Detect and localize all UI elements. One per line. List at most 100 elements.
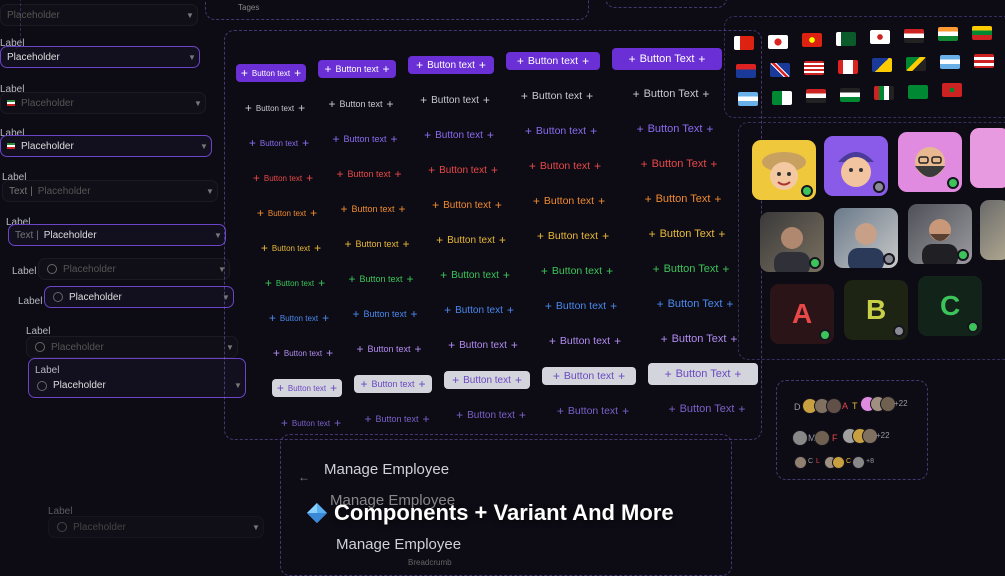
radio-icon bbox=[37, 380, 47, 391]
avatar[interactable] bbox=[792, 430, 808, 446]
solid-button[interactable]: + Button Text + bbox=[612, 48, 722, 70]
orange-button[interactable]: + Button text + bbox=[424, 196, 510, 214]
orange-button[interactable]: + Button text + bbox=[252, 204, 322, 222]
lilac-button[interactable]: + Button text + bbox=[538, 332, 632, 350]
avatar-memoji-explorer[interactable] bbox=[752, 140, 816, 200]
flag-icon bbox=[906, 56, 926, 71]
button-label: Button text bbox=[459, 339, 507, 351]
button-label: Button text bbox=[559, 335, 611, 347]
white-button[interactable]: + Button Text + bbox=[616, 83, 726, 105]
white-button[interactable]: + Button text + bbox=[412, 91, 498, 109]
lilac-button[interactable]: + Button text + bbox=[268, 344, 338, 362]
green-button[interactable]: + Button text + bbox=[432, 266, 518, 284]
plus-icon: + bbox=[606, 264, 614, 278]
faint-button[interactable]: + Button text + bbox=[546, 402, 640, 420]
plus-icon: + bbox=[440, 268, 448, 282]
back-arrow-icon[interactable]: ← bbox=[298, 470, 310, 484]
white-button[interactable]: + Button text + bbox=[322, 95, 400, 113]
avatar-photo-2[interactable] bbox=[834, 208, 898, 268]
red-button[interactable]: + Button text + bbox=[330, 165, 408, 183]
red-button[interactable]: + Button text + bbox=[420, 161, 506, 179]
purple-button[interactable]: + Button text + bbox=[326, 130, 404, 148]
avatar-letter-a[interactable]: A bbox=[770, 284, 834, 344]
chevron-down-icon: ▼ bbox=[200, 141, 208, 151]
purple-button[interactable]: + Button text + bbox=[416, 126, 502, 144]
solid-button[interactable]: + Button text + bbox=[318, 60, 396, 78]
faint-button[interactable]: + Button Text + bbox=[652, 398, 762, 420]
avatar-photo-1[interactable] bbox=[760, 212, 824, 272]
yellow-button[interactable]: + Button Text + bbox=[632, 223, 742, 245]
green-button[interactable]: + Button Text + bbox=[636, 258, 746, 280]
radio-select-field[interactable]: Placeholder ▼ bbox=[38, 258, 230, 280]
radio-select-field[interactable]: Placeholder ▼ bbox=[48, 516, 264, 538]
purple-button[interactable]: + Button text + bbox=[244, 134, 314, 152]
orange-button[interactable]: + Button text + bbox=[522, 192, 616, 210]
avatar[interactable] bbox=[832, 456, 845, 469]
radio-select-field-focused[interactable]: Placeholder ▼ bbox=[44, 286, 234, 308]
button-label: Button text bbox=[527, 55, 579, 67]
faint-button[interactable]: + Button text + bbox=[358, 410, 436, 428]
red-button[interactable]: + Button Text + bbox=[624, 153, 734, 175]
select-field-focused[interactable]: Placeholder ▼ bbox=[0, 46, 200, 68]
orange-button[interactable]: + Button text + bbox=[334, 200, 412, 218]
light-button[interactable]: + Button text + bbox=[354, 375, 432, 393]
yellow-button[interactable]: + Button text + bbox=[338, 235, 416, 253]
avatar-letter-b[interactable]: B bbox=[844, 280, 908, 340]
purple-button[interactable]: + Button text + bbox=[514, 122, 608, 140]
breadcrumb[interactable]: Breadcrumb bbox=[408, 558, 452, 567]
green-button[interactable]: + Button text + bbox=[260, 274, 330, 292]
plus-icon: + bbox=[330, 381, 338, 395]
labelled-radio-select-focused[interactable]: Label Placeholder ▼ bbox=[28, 358, 246, 398]
faint-button[interactable]: + Button text + bbox=[276, 414, 346, 432]
country-flag-icon bbox=[7, 100, 15, 106]
red-button[interactable]: + Button text + bbox=[518, 157, 612, 175]
purple-button[interactable]: + Button Text + bbox=[620, 118, 730, 140]
light-button[interactable]: + Button text + bbox=[444, 371, 530, 389]
green-button[interactable]: + Button text + bbox=[342, 270, 420, 288]
faint-button[interactable]: + Button text + bbox=[448, 406, 534, 424]
yellow-button[interactable]: + Button text + bbox=[526, 227, 620, 245]
blue-button[interactable]: + Button Text + bbox=[640, 293, 750, 315]
yellow-button[interactable]: + Button text + bbox=[256, 239, 326, 257]
phone-select-field-focused[interactable]: Placeholder ▼ bbox=[0, 135, 212, 157]
status-online-indicator bbox=[801, 185, 813, 197]
blue-button[interactable]: + Button text + bbox=[264, 309, 334, 327]
orange-button[interactable]: + Button Text + bbox=[628, 188, 738, 210]
avatar-memoji-partial[interactable] bbox=[970, 128, 1005, 188]
plus-icon: + bbox=[498, 233, 506, 247]
green-button[interactable]: + Button text + bbox=[530, 262, 624, 280]
blue-button[interactable]: + Button text + bbox=[436, 301, 522, 319]
solid-button[interactable]: + Button text + bbox=[408, 56, 494, 74]
avatar-memoji-bearded[interactable] bbox=[898, 132, 962, 192]
avatar[interactable] bbox=[794, 456, 807, 469]
light-button[interactable]: + Button Text + bbox=[648, 363, 758, 385]
prefixed-select-field-focused[interactable]: Text | Placeholder ▼ bbox=[8, 224, 226, 246]
avatar-photo-3[interactable] bbox=[908, 204, 972, 264]
select-field[interactable]: Placeholder ▼ bbox=[0, 4, 198, 26]
avatar-photo-partial[interactable] bbox=[980, 200, 1005, 260]
plus-icon: + bbox=[244, 101, 252, 115]
avatar[interactable] bbox=[852, 456, 865, 469]
lilac-button[interactable]: + Button text + bbox=[440, 336, 526, 354]
avatar[interactable] bbox=[826, 398, 842, 414]
light-button[interactable]: + Button text + bbox=[542, 367, 636, 385]
blue-button[interactable]: + Button text + bbox=[346, 305, 424, 323]
plus-icon: + bbox=[714, 192, 722, 206]
white-button[interactable]: + Button text + bbox=[240, 99, 310, 117]
flag-icon bbox=[770, 62, 790, 77]
white-button[interactable]: + Button text + bbox=[510, 87, 604, 105]
avatar-letter-c[interactable]: C bbox=[918, 276, 982, 336]
avatar-memoji-cap[interactable] bbox=[824, 136, 888, 196]
solid-button[interactable]: + Button text + bbox=[236, 64, 306, 82]
radio-select-field[interactable]: Placeholder ▼ bbox=[26, 336, 238, 358]
solid-button[interactable]: + Button text + bbox=[506, 52, 600, 70]
lilac-button[interactable]: + Button text + bbox=[350, 340, 428, 358]
yellow-button[interactable]: + Button text + bbox=[428, 231, 514, 249]
red-button[interactable]: + Button text + bbox=[248, 169, 318, 187]
avatar[interactable] bbox=[814, 430, 830, 446]
radio-icon bbox=[53, 292, 63, 302]
light-button[interactable]: + Button text + bbox=[272, 379, 342, 397]
blue-button[interactable]: + Button text + bbox=[534, 297, 628, 315]
phone-select-field[interactable]: Placeholder ▼ bbox=[0, 92, 206, 114]
prefixed-select-field[interactable]: Text | Placeholder ▼ bbox=[2, 180, 218, 202]
